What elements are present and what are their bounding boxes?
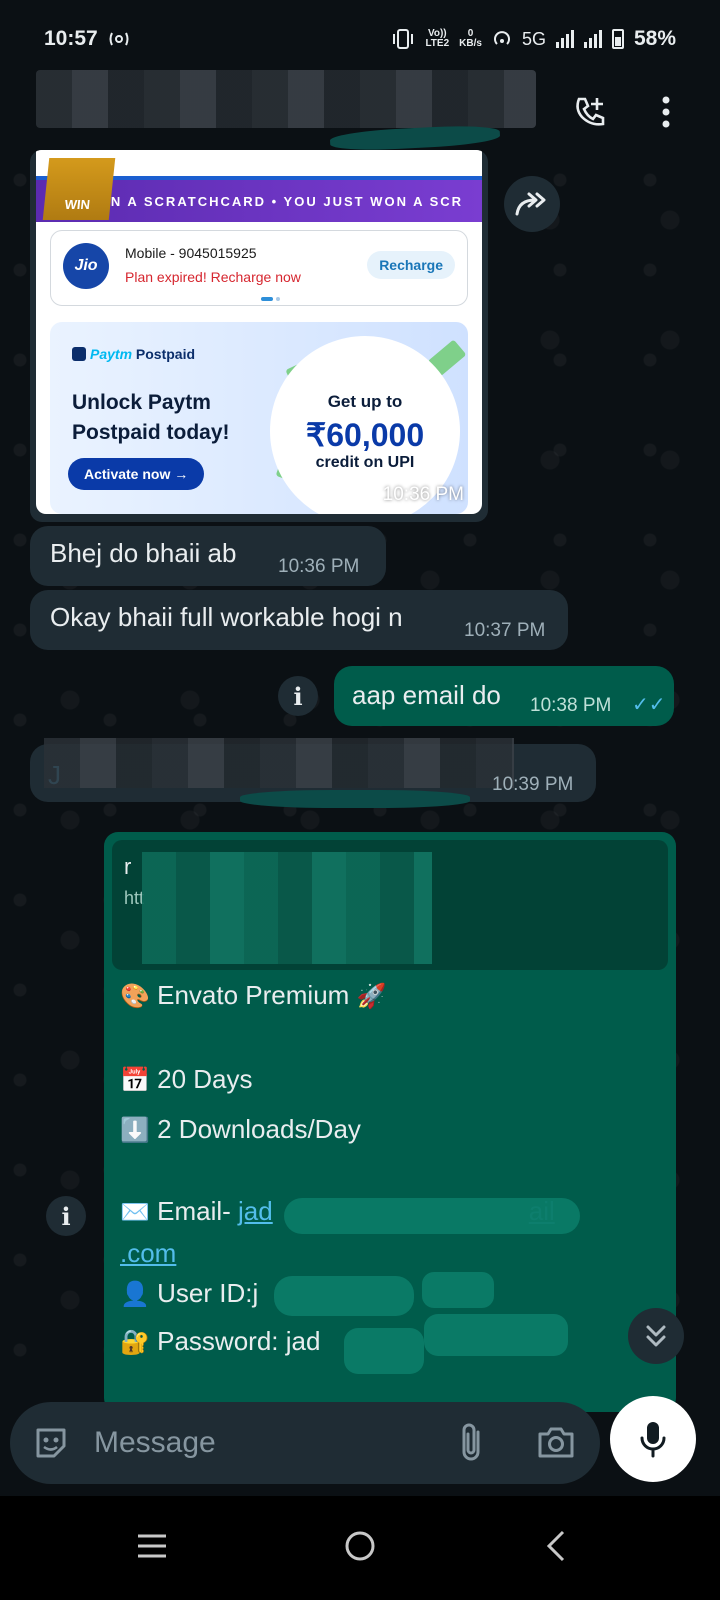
- voice-message-button[interactable]: [610, 1396, 696, 1482]
- network-type: 5G: [521, 28, 546, 49]
- jio-mobile-number: Mobile - 9045015925: [125, 245, 257, 261]
- chat-header: [0, 70, 720, 160]
- message-time: 10:38 PM: [530, 695, 612, 716]
- screenshot-image[interactable]: J N A SCRATCHCARD • YOU JUST WON A SCR W…: [36, 150, 482, 514]
- rocket-icon: 🚀: [356, 983, 387, 1010]
- message-bubble-incoming[interactable]: Bhej do bhaii ab 10:36 PM: [30, 526, 386, 586]
- message-time: 10:36 PM: [278, 556, 360, 577]
- back-icon[interactable]: [532, 1522, 580, 1570]
- carousel-dots: [261, 297, 280, 301]
- envelope-icon: ✉️: [120, 1199, 150, 1226]
- paytm-logo: Paytm Postpaid: [72, 346, 195, 362]
- vibrate-icon: [393, 29, 414, 49]
- message-input[interactable]: Message: [94, 1426, 216, 1460]
- message-bubble-outgoing[interactable]: aap email do 10:38 PM ✓✓: [334, 666, 674, 726]
- forward-button[interactable]: [504, 176, 560, 232]
- download-icon: ⬇️: [120, 1117, 150, 1144]
- redaction-smear: [240, 790, 470, 808]
- redacted-link: [142, 852, 432, 964]
- forward-icon: [515, 192, 546, 216]
- message-time: 10:39 PM: [492, 774, 574, 795]
- attach-icon[interactable]: [456, 1422, 486, 1469]
- scratchcard-badge: WIN: [42, 158, 116, 220]
- redacted-contact-info: [36, 70, 536, 128]
- email-link[interactable]: .com: [120, 1238, 176, 1268]
- link-preview[interactable]: r htt: [112, 840, 668, 970]
- redacted-message: [44, 738, 514, 788]
- battery-icon: [611, 29, 624, 49]
- lock-icon: 🔐: [120, 1329, 150, 1356]
- user-icon: 👤: [120, 1281, 150, 1308]
- status-time: 10:57: [44, 27, 98, 50]
- offer-amount: ₹60,000: [305, 417, 425, 453]
- status-bar: 10:57 Vo)) LTE2 0 KB/s 5G 58%: [0, 0, 720, 78]
- message-bubble-incoming[interactable]: Okay bhaii full workable hogi n 10:37 PM: [30, 590, 568, 650]
- hotspot-icon: [494, 31, 510, 45]
- add-call-icon[interactable]: [566, 88, 614, 136]
- paytm-headline: Unlock Paytm Postpaid today!: [72, 391, 230, 444]
- info-icon[interactable]: i: [46, 1196, 86, 1236]
- double-chevron-down-icon: [646, 1325, 666, 1347]
- sticker-icon[interactable]: [32, 1424, 70, 1467]
- hotspot-vibrate-icon: [109, 32, 129, 46]
- message-input-bar[interactable]: Message: [10, 1402, 600, 1484]
- message-time: 10:36 PM: [382, 484, 464, 505]
- signal-icon-2: [583, 30, 602, 48]
- recent-apps-icon[interactable]: [128, 1522, 176, 1570]
- jio-logo: Jio: [63, 243, 109, 289]
- redaction-smear: [274, 1276, 414, 1316]
- redaction-smear: [422, 1272, 494, 1308]
- jio-recharge-card: Jio Mobile - 9045015925 Plan expired! Re…: [50, 230, 468, 306]
- microphone-icon: [640, 1422, 666, 1458]
- activate-now-button: Activate now →: [68, 458, 205, 490]
- recharge-button: Recharge: [367, 251, 455, 279]
- volte-indicator: Vo)) LTE2: [425, 28, 450, 49]
- system-navigation-bar: [0, 1496, 720, 1600]
- calendar-icon: 📅: [120, 1067, 150, 1094]
- redaction-smear: [284, 1198, 580, 1234]
- battery-percent: 58%: [633, 27, 676, 50]
- read-receipt-icon: ✓✓: [632, 694, 666, 716]
- scroll-to-bottom-button[interactable]: [628, 1308, 684, 1364]
- email-link[interactable]: jad: [238, 1196, 273, 1226]
- home-icon[interactable]: [336, 1522, 384, 1570]
- redaction-smear: [344, 1328, 424, 1374]
- signal-icon-1: [555, 30, 574, 48]
- redaction-smear: [424, 1314, 568, 1356]
- plan-expired-text: Plan expired! Recharge now: [125, 269, 301, 285]
- palette-icon: 🎨: [120, 983, 150, 1010]
- speed-indicator: 0 KB/s: [459, 28, 482, 49]
- more-options-icon[interactable]: [642, 88, 690, 136]
- camera-icon[interactable]: [536, 1424, 576, 1465]
- paytm-badge-icon: [72, 347, 86, 361]
- message-time: 10:37 PM: [464, 620, 546, 641]
- message-bubble-outgoing[interactable]: r htt 🎨 Envato Premium 🚀 📅 20 Days ⬇️ 2 …: [104, 832, 676, 1412]
- info-icon[interactable]: i: [278, 676, 318, 716]
- image-message[interactable]: J N A SCRATCHCARD • YOU JUST WON A SCR W…: [30, 150, 488, 522]
